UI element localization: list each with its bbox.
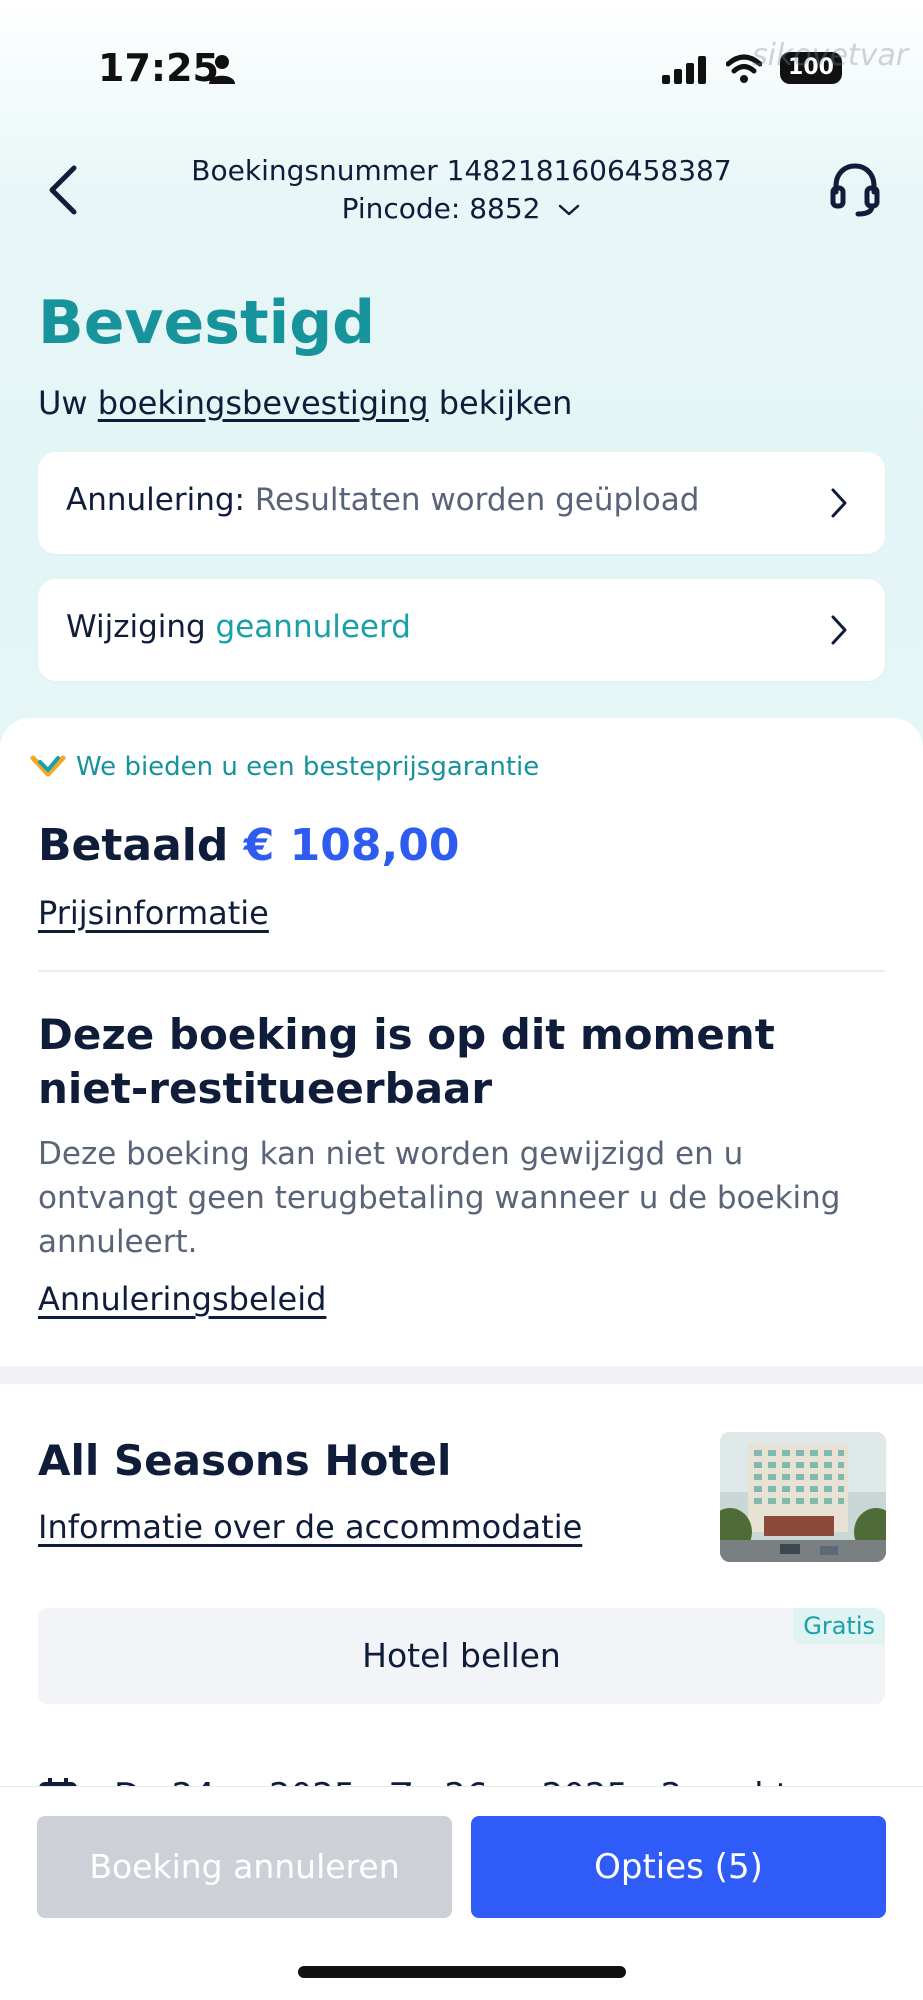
refund-description: Deze boeking kan niet worden gewijzigd e…	[38, 1136, 841, 1260]
section-separator	[0, 1366, 923, 1384]
cancellation-status-card[interactable]: Annulering: Resultaten worden geüpload	[38, 452, 885, 554]
booking-number: Boekingsnummer 1482181606458387	[191, 154, 732, 187]
home-indicator	[298, 1966, 626, 1978]
back-arrow-icon[interactable]	[44, 160, 84, 220]
chevron-right-icon	[831, 488, 847, 518]
best-price-guarantee[interactable]: We bieden u een besteprijsgarantie	[76, 752, 539, 782]
change-status-card[interactable]: Wijziging geannuleerd	[38, 579, 885, 681]
cancellation-value: Resultaten worden geüpload	[244, 482, 700, 518]
confirmation-line: Uw boekingsbevestiging bekijken	[38, 384, 572, 422]
cancellation-policy-link[interactable]: Annuleringsbeleid	[38, 1280, 326, 1318]
hotel-building-image	[720, 1432, 886, 1562]
change-label: Wijziging	[66, 609, 206, 645]
pincode-text: Pincode: 8852	[341, 192, 541, 225]
chevron-down-icon	[559, 204, 580, 216]
person-icon	[209, 55, 235, 84]
status-bar: 17:25 100 sikovetvar	[0, 0, 923, 130]
paid-amount: € 108,00	[243, 820, 460, 871]
change-status-text: Wijziging geannuleerd	[66, 609, 411, 645]
heart-check-icon	[30, 755, 66, 777]
paid-label: Betaald	[38, 820, 229, 871]
status-time: 17:25	[98, 46, 219, 90]
divider	[38, 970, 885, 972]
signal-icon	[662, 56, 706, 84]
pincode-toggle[interactable]: Pincode: 8852	[160, 192, 763, 225]
confirmation-prefix: Uw	[38, 384, 98, 422]
confirmation-link[interactable]: boekingsbevestiging	[98, 384, 429, 422]
call-hotel-button[interactable]: Hotel bellen Gratis	[38, 1608, 885, 1704]
booking-status-title: Bevestigd	[38, 288, 376, 358]
cancellation-status-text: Annulering: Resultaten worden geüpload	[66, 482, 699, 518]
hotel-name: All Seasons Hotel	[38, 1436, 452, 1485]
cancel-booking-button[interactable]: Boeking annuleren	[37, 1816, 452, 1918]
cancellation-label: Annulering:	[66, 482, 245, 518]
headset-icon[interactable]	[830, 162, 880, 218]
change-value: geannuleerd	[205, 609, 411, 645]
watermark: sikovetvar	[752, 38, 909, 73]
hotel-photo[interactable]	[720, 1432, 886, 1562]
free-badge: Gratis	[793, 1608, 885, 1644]
chevron-right-icon	[831, 615, 847, 645]
confirmation-suffix: bekijken	[428, 384, 573, 422]
paid-row: Betaald € 108,00	[38, 820, 459, 871]
options-button[interactable]: Opties (5)	[471, 1816, 886, 1918]
refund-title: Deze boeking is op dit moment niet-resti…	[38, 1010, 775, 1113]
price-info-link[interactable]: Prijsinformatie	[38, 894, 269, 932]
hotel-info-link[interactable]: Informatie over de accommodatie	[38, 1508, 582, 1546]
call-hotel-label: Hotel bellen	[362, 1636, 561, 1675]
